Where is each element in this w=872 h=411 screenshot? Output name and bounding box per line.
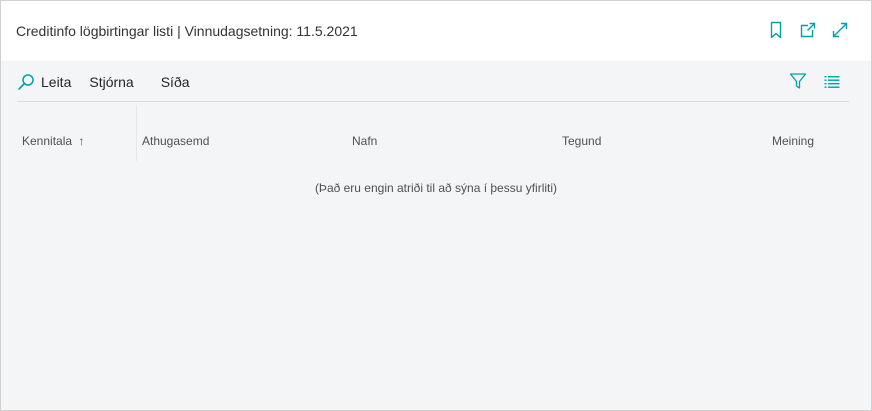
page-title: Creditinfo lögbirtingar listi | Vinnudag… bbox=[16, 23, 358, 39]
column-header-athugasemd[interactable]: Athugasemd bbox=[142, 134, 209, 148]
filter-icon[interactable] bbox=[789, 72, 807, 90]
action-bar-left: Leita Stjórna Síða bbox=[17, 67, 208, 97]
bookmark-icon[interactable] bbox=[767, 21, 785, 39]
column-header-label: Kennitala bbox=[22, 134, 73, 148]
column-header-meining[interactable]: Meining bbox=[772, 134, 814, 148]
page-menu-button[interactable]: Síða bbox=[161, 74, 190, 90]
search-icon bbox=[18, 74, 34, 90]
header-actions bbox=[767, 21, 849, 39]
page-frame: Creditinfo lögbirtingar listi | Vinnudag… bbox=[0, 0, 872, 411]
sort-ascending-icon: ↑ bbox=[78, 134, 85, 148]
list-view-icon[interactable] bbox=[823, 72, 841, 90]
action-bar: Leita Stjórna Síða bbox=[17, 67, 849, 102]
column-header-kennitala[interactable]: Kennitala ↑ bbox=[22, 134, 84, 148]
table-header: Kennitala ↑ Athugasemd Nafn Tegund Meini… bbox=[1, 127, 871, 157]
manage-menu-button[interactable]: Stjórna bbox=[89, 74, 133, 90]
open-new-window-icon[interactable] bbox=[799, 21, 817, 39]
empty-list-message: (Það eru engin atriði til að sýna í þess… bbox=[314, 181, 558, 195]
expand-icon[interactable] bbox=[831, 21, 849, 39]
action-bar-right bbox=[789, 72, 841, 90]
search-button[interactable]: Leita bbox=[17, 73, 71, 91]
page-header: Creditinfo lögbirtingar listi | Vinnudag… bbox=[1, 1, 871, 61]
column-header-nafn[interactable]: Nafn bbox=[352, 134, 377, 148]
search-label: Leita bbox=[41, 74, 72, 90]
column-header-tegund[interactable]: Tegund bbox=[562, 134, 601, 148]
